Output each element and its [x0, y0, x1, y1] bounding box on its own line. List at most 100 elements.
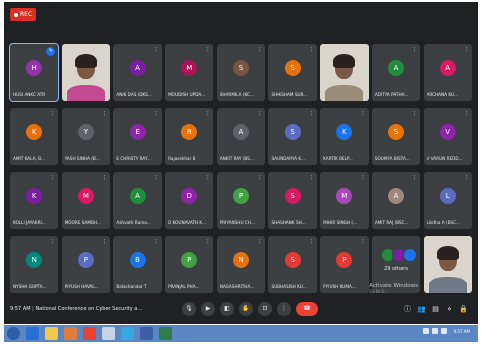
mic-muted-icon: ⋮	[102, 111, 108, 117]
network-icon[interactable]	[422, 328, 429, 334]
participant-tile[interactable]: Y YASH SINHA (B... ⋮	[61, 108, 111, 165]
lock-icon[interactable]: 🔒	[459, 303, 468, 315]
participant-tile[interactable]: S SHASHANK SH... ⋮	[268, 172, 317, 229]
avatar: A	[232, 123, 249, 140]
participant-name: MIHIR SINGH (...	[323, 220, 357, 225]
chrome-icon[interactable]	[83, 327, 96, 340]
clock[interactable]: 9:57 AM	[454, 329, 470, 334]
video-feed-body	[428, 277, 467, 293]
participant-tile[interactable]: S SOUMYA BISTA... ⋮	[371, 108, 421, 165]
participant-tile[interactable]: M MIHIR SINGH (... ⋮	[320, 172, 369, 229]
participant-name: E CHRISTY RAY...	[116, 156, 151, 161]
mic-muted-icon: ⋮	[205, 111, 211, 117]
participant-name: V VARUN REDD...	[426, 156, 463, 161]
participant-name: SAUNDARYA K...	[271, 156, 306, 161]
participant-name: NAGASHRITHA...	[219, 284, 255, 289]
participant-tile[interactable]: P PIYUSH KUMA... ⋮	[320, 236, 369, 293]
camera-button[interactable]: ▶	[201, 302, 215, 316]
people-icon[interactable]: 👥	[417, 303, 426, 315]
participant-tile[interactable]: B Balachandar T ⋮	[113, 236, 162, 293]
captions-button[interactable]: ◧	[220, 302, 234, 316]
participant-tile[interactable]: V V VARUN REDD... ⋮	[423, 108, 472, 165]
participant-tile[interactable]: K KARTIK BELP... ⋮	[320, 108, 369, 165]
avatar: S	[284, 123, 301, 140]
participant-tile[interactable]: P PIYUSH HAVAL... ⋮	[61, 236, 111, 293]
chat-icon[interactable]: ▤	[431, 303, 440, 315]
participant-tile[interactable]: A ADITYA PATHA... ⋮	[371, 44, 421, 101]
avatar: N	[26, 251, 43, 268]
participant-tile[interactable]: R Rajasekhar B ⋮	[165, 108, 214, 165]
meeting-separator: |	[32, 306, 34, 312]
app-icon[interactable]	[102, 327, 115, 340]
more-options-button[interactable]: ⋮	[277, 302, 291, 316]
participant-name: AMIT KALA, B...	[13, 156, 45, 161]
call-controls: 🎙 ▶ ◧ ✋ ⊡ ⋮ ☎	[182, 302, 318, 316]
participant-tile[interactable]: S SHARMILA (KC... ⋮	[216, 44, 266, 101]
avatar: A	[129, 59, 146, 76]
participant-name: Ashvath Rama...	[116, 220, 151, 225]
participant-tile[interactable]: P PRANJAL PHA... ⋮	[165, 236, 214, 293]
leave-call-button[interactable]: ☎	[296, 302, 318, 316]
participant-name: PRANJAL PHA...	[168, 284, 200, 289]
mic-muted-icon: ⋮	[50, 111, 56, 117]
participant-tile[interactable]: E E CHRISTY RAY... ⋮	[113, 108, 162, 165]
participant-tile[interactable]: N NYSHA GUPTA... ⋮	[10, 236, 59, 293]
participant-tile[interactable]: A ANIK DAS (DKS... ⋮	[113, 44, 162, 101]
mic-muted-icon: ⋮	[205, 47, 211, 53]
edge-icon[interactable]	[26, 327, 39, 340]
participant-tile[interactable]: M MOORE SAMBH... ⋮	[61, 172, 111, 229]
participant-tile[interactable]	[423, 236, 472, 293]
participant-tile[interactable]: H HUSI ANKC ATR ✎	[8, 43, 60, 102]
word-icon[interactable]	[140, 327, 153, 340]
participant-tile[interactable]	[61, 44, 111, 101]
meeting-controls-bar: 9:57 AM | National Conference on Cyber S…	[4, 298, 478, 324]
participant-tile[interactable]: A ARCHANA KU... ⋮	[423, 44, 472, 101]
participant-tile[interactable]: S SUBHASISH KU... ⋮	[268, 236, 317, 293]
mic-button[interactable]: 🎙	[182, 302, 196, 316]
participant-tile[interactable]: K AMIT KALA, B... ⋮	[10, 108, 59, 165]
avatar: M	[77, 187, 94, 204]
excel-icon[interactable]	[159, 327, 172, 340]
pin-icon[interactable]: ✎	[46, 47, 56, 56]
participant-name: ADITYA PATHA...	[374, 92, 409, 97]
video-feed-hair	[333, 54, 356, 68]
raise-hand-button[interactable]: ✋	[239, 302, 253, 316]
battery-icon[interactable]	[440, 328, 447, 334]
participant-tile[interactable]: A ANKIT RAY (BS... ⋮	[216, 108, 266, 165]
participant-name: AMIT RAJ (BSC...	[374, 220, 409, 225]
participant-tile[interactable]: L Likitha A (BSC... ⋮	[423, 172, 472, 229]
participant-tile[interactable]	[320, 44, 369, 101]
present-button[interactable]: ⊡	[258, 302, 272, 316]
mic-muted-icon: ⋮	[257, 175, 263, 181]
participant-tile[interactable]: N NAGASHRITHA... ⋮	[216, 236, 266, 293]
file-explorer-icon[interactable]	[45, 327, 58, 340]
system-tray: 9:57 AM	[422, 328, 470, 334]
mic-muted-icon: ⋮	[308, 239, 314, 245]
volume-icon[interactable]	[431, 328, 438, 334]
firefox-icon[interactable]	[64, 327, 77, 340]
participant-tile[interactable]: M MOUDISH UPDA... ⋮	[165, 44, 214, 101]
mic-muted-icon: ⋮	[308, 111, 314, 117]
participant-tile[interactable]: A Ashvath Rama... ⋮	[113, 172, 162, 229]
mic-muted-icon: ⋮	[205, 175, 211, 181]
participant-tile[interactable]: D D KOUNAVATH K... ⋮	[165, 172, 214, 229]
participant-tile[interactable]: K KOLLI JAYAKRI... ⋮	[10, 172, 59, 229]
participant-tile[interactable]: A AMIT RAJ (BSC... ⋮	[371, 172, 421, 229]
mic-muted-icon: ⋮	[463, 175, 469, 181]
participant-tile[interactable]: S SAUNDARYA K... ⋮	[268, 108, 317, 165]
skype-icon[interactable]	[121, 327, 134, 340]
avatar: V	[439, 123, 456, 140]
info-icon[interactable]: ⓘ	[403, 303, 412, 315]
activities-icon[interactable]: ⋄	[445, 303, 454, 315]
mic-muted-icon: ⋮	[153, 111, 159, 117]
participant-name: PIYUSH HAVAL...	[64, 284, 99, 289]
mic-muted-icon: ⋮	[50, 175, 56, 181]
participant-tile[interactable]: S SHIKSHAM SUR... ⋮	[268, 44, 317, 101]
participant-tile[interactable]: P PRIYANSHU CH... ⋮	[216, 172, 266, 229]
avatar: K	[26, 187, 43, 204]
participant-name: SHASHANK SH...	[271, 220, 306, 225]
start-button[interactable]	[7, 327, 20, 340]
avatar: H	[26, 59, 43, 76]
participant-grid: H HUSI ANKC ATR ✎ A ANIK DAS (DKS... ⋮ M MOUDIS…	[8, 43, 472, 293]
participant-name: HUSI ANKC ATR	[13, 92, 46, 97]
